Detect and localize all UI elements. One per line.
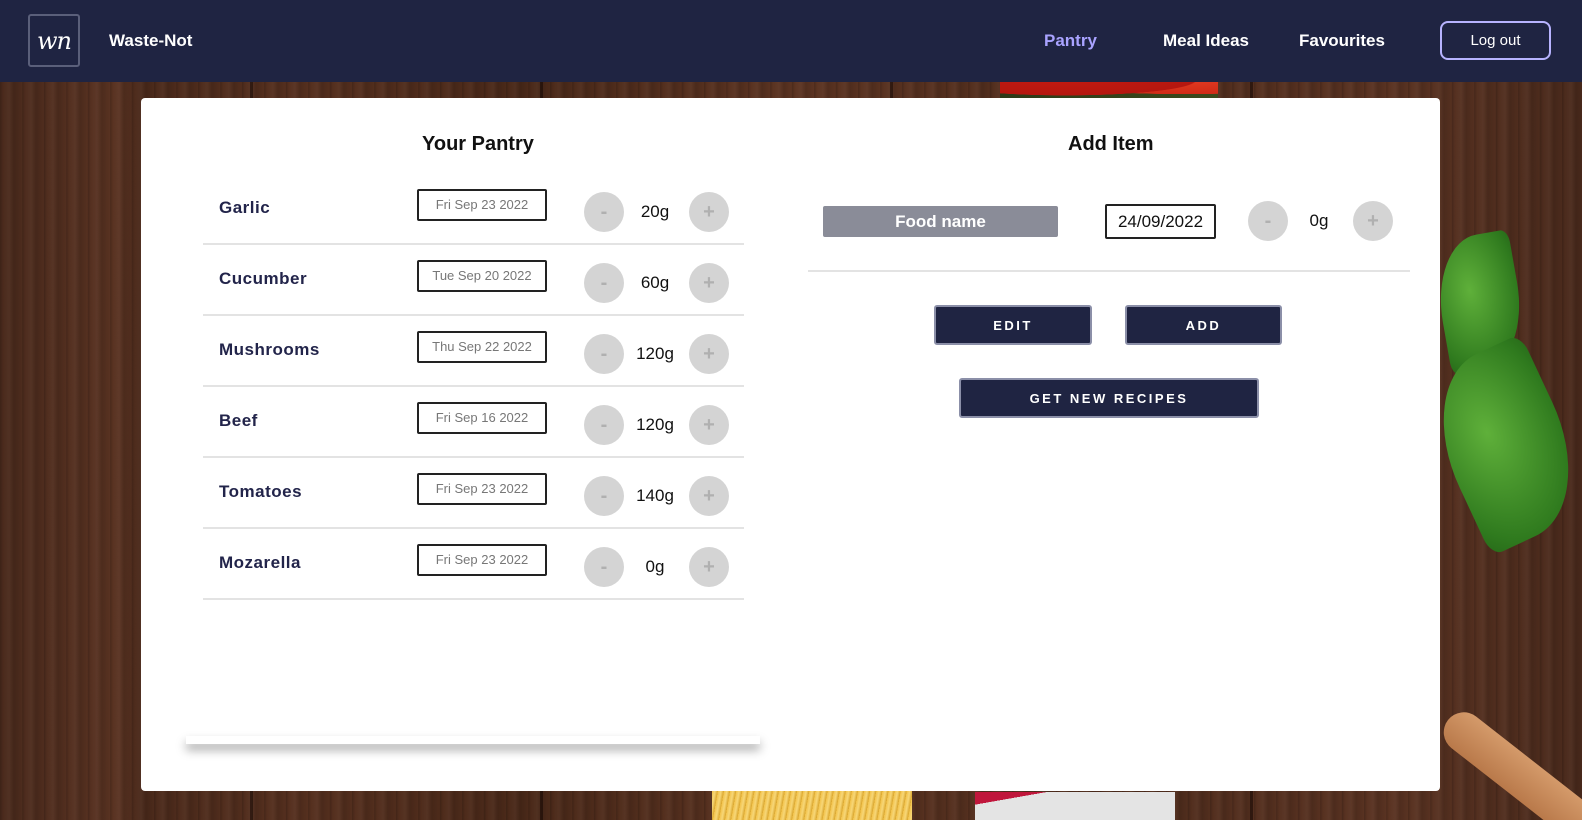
- pantry-increment-button[interactable]: +: [689, 263, 729, 303]
- pantry-item-quantity: 120g: [636, 344, 674, 363]
- get-new-recipes-button[interactable]: GET NEW RECIPES: [959, 378, 1259, 418]
- pantry-decrement-button[interactable]: -: [584, 405, 624, 445]
- pantry-item-name[interactable]: Mushrooms: [219, 340, 320, 360]
- pantry-item-name[interactable]: Beef: [219, 411, 258, 431]
- pantry-decrement-button[interactable]: -: [584, 192, 624, 232]
- add-item-quantity: 0g: [1309, 211, 1329, 230]
- food-name-input[interactable]: [823, 206, 1058, 237]
- brand-name[interactable]: Waste-Not: [109, 31, 192, 51]
- pantry-decrement-button[interactable]: -: [584, 334, 624, 374]
- pantry-panel-shadow: [186, 736, 760, 744]
- pantry-decrement-button[interactable]: -: [584, 476, 624, 516]
- add-item-decrement-button[interactable]: -: [1248, 201, 1288, 241]
- pantry-item-name[interactable]: Mozarella: [219, 553, 301, 573]
- pantry-increment-button[interactable]: +: [689, 192, 729, 232]
- pantry-item-date-input[interactable]: Fri Sep 23 2022: [417, 473, 547, 505]
- add-button[interactable]: ADD: [1125, 305, 1282, 345]
- navbar: wn Waste-Not Pantry Meal Ideas Favourite…: [0, 0, 1582, 82]
- edit-button[interactable]: EDIT: [934, 305, 1092, 345]
- pantry-item-date-input[interactable]: Fri Sep 23 2022: [417, 189, 547, 221]
- pantry-item-quantity: 140g: [636, 486, 674, 505]
- pantry-row: Beef Fri Sep 16 2022 -120g +: [203, 387, 744, 458]
- logo[interactable]: wn: [28, 14, 80, 67]
- add-item-title: Add Item: [1068, 133, 1154, 155]
- pantry-item-quantity: 20g: [640, 202, 670, 221]
- wooden-spoon-decoration: [1435, 704, 1582, 820]
- pantry-increment-button[interactable]: +: [689, 547, 729, 587]
- pantry-row: Tomatoes Fri Sep 23 2022 -140g +: [203, 458, 744, 529]
- nav-link-meal-ideas[interactable]: Meal Ideas: [1163, 31, 1249, 51]
- pasta-decoration: [712, 790, 912, 820]
- pantry-item-quantity: 60g: [640, 273, 670, 292]
- pantry-row: Mushrooms Thu Sep 22 2022 -120g +: [203, 316, 744, 387]
- pantry-increment-button[interactable]: +: [689, 405, 729, 445]
- cloth-decoration: [975, 792, 1175, 820]
- pantry-item-date-input[interactable]: Tue Sep 20 2022: [417, 260, 547, 292]
- add-item-divider: [808, 270, 1410, 272]
- tomatoes-decoration: [1000, 80, 1218, 98]
- add-item-increment-button[interactable]: +: [1353, 201, 1393, 241]
- add-item-date-input[interactable]: 24/09/2022: [1105, 204, 1216, 239]
- nav-link-pantry[interactable]: Pantry: [1044, 31, 1097, 51]
- pantry-decrement-button[interactable]: -: [584, 263, 624, 303]
- pantry-item-quantity: 0g: [645, 557, 665, 576]
- logout-button[interactable]: Log out: [1440, 21, 1551, 60]
- pantry-item-date-input[interactable]: Thu Sep 22 2022: [417, 331, 547, 363]
- pantry-title: Your Pantry: [422, 133, 534, 155]
- pantry-item-date-input[interactable]: Fri Sep 16 2022: [417, 402, 547, 434]
- pantry-increment-button[interactable]: +: [689, 476, 729, 516]
- pantry-increment-button[interactable]: +: [689, 334, 729, 374]
- pantry-item-name[interactable]: Cucumber: [219, 269, 307, 289]
- pantry-row: Cucumber Tue Sep 20 2022 -60g +: [203, 245, 744, 316]
- nav-link-favourites[interactable]: Favourites: [1299, 31, 1385, 51]
- pantry-row: Garlic Fri Sep 23 2022 -20g +: [203, 174, 744, 245]
- pantry-item-date-input[interactable]: Fri Sep 23 2022: [417, 544, 547, 576]
- pantry-item-quantity: 120g: [636, 415, 674, 434]
- pantry-item-name[interactable]: Tomatoes: [219, 482, 302, 502]
- pantry-item-name[interactable]: Garlic: [219, 198, 270, 218]
- pantry-decrement-button[interactable]: -: [584, 547, 624, 587]
- pantry-row: Mozarella Fri Sep 23 2022 - 0g +: [203, 529, 744, 600]
